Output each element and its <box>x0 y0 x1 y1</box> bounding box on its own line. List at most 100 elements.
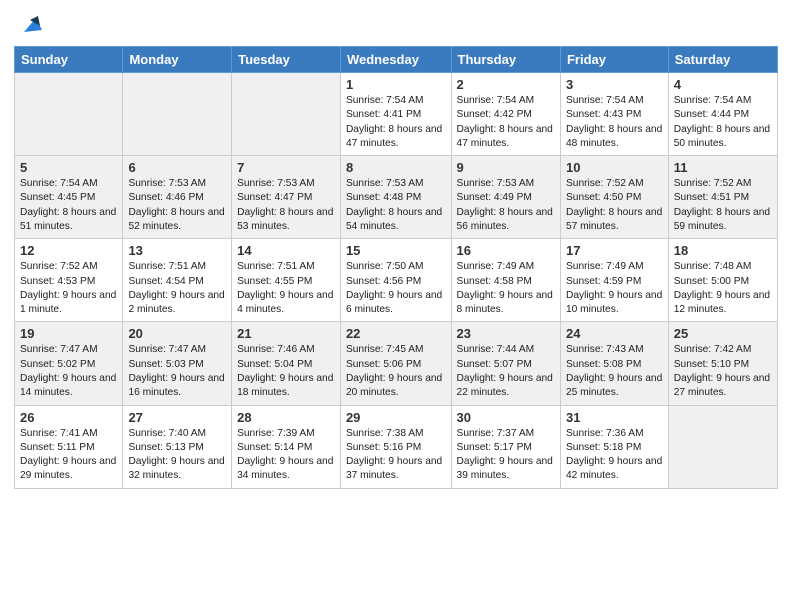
day-info: Sunrise: 7:47 AM Sunset: 5:03 PM Dayligh… <box>128 343 226 400</box>
header <box>14 10 778 38</box>
logo-icon <box>16 10 44 38</box>
day-info: Sunrise: 7:51 AM Sunset: 4:55 PM Dayligh… <box>237 260 335 317</box>
day-info: Sunrise: 7:42 AM Sunset: 5:10 PM Dayligh… <box>674 343 772 400</box>
day-number: 14 <box>237 243 335 258</box>
calendar-cell <box>232 73 341 156</box>
day-number: 27 <box>128 410 226 425</box>
day-number: 26 <box>20 410 117 425</box>
day-number: 19 <box>20 326 117 341</box>
calendar-cell: 3 Sunrise: 7:54 AM Sunset: 4:43 PM Daylig… <box>560 73 668 156</box>
day-number: 5 <box>20 160 117 175</box>
day-number: 31 <box>566 410 663 425</box>
day-number: 13 <box>128 243 226 258</box>
col-header-thursday: Thursday <box>451 47 560 73</box>
day-number: 23 <box>457 326 555 341</box>
day-info: Sunrise: 7:49 AM Sunset: 4:58 PM Dayligh… <box>457 260 555 317</box>
day-number: 29 <box>346 410 446 425</box>
day-info: Sunrise: 7:52 AM Sunset: 4:50 PM Dayligh… <box>566 177 663 234</box>
col-header-friday: Friday <box>560 47 668 73</box>
calendar-cell: 15 Sunrise: 7:50 AM Sunset: 4:56 PM Dayli… <box>340 239 451 322</box>
calendar-table: SundayMondayTuesdayWednesdayThursdayFrid… <box>14 46 778 489</box>
calendar-cell: 21Sunrise: 7:46 AM Sunset: 5:04 PM Dayli… <box>232 322 341 405</box>
day-info: Sunrise: 7:51 AM Sunset: 4:54 PM Dayligh… <box>128 260 226 317</box>
calendar-week-4: 19 Sunrise: 7:47 AM Sunset: 5:02 PM Dayli… <box>15 322 778 405</box>
calendar-cell: 8 Sunrise: 7:53 AM Sunset: 4:48 PM Daylig… <box>340 156 451 239</box>
page: SundayMondayTuesdayWednesdayThursdayFrid… <box>0 0 792 503</box>
day-info: Sunrise: 7:49 AM Sunset: 4:59 PM Dayligh… <box>566 260 663 317</box>
calendar-cell: 1 Sunrise: 7:54 AM Sunset: 4:41 PM Daylig… <box>340 73 451 156</box>
day-info: Sunrise: 7:54 AM Sunset: 4:45 PM Dayligh… <box>20 177 117 234</box>
col-header-monday: Monday <box>123 47 232 73</box>
day-info: Sunrise: 7:46 AM Sunset: 5:04 PM Dayligh… <box>237 343 335 400</box>
col-header-sunday: Sunday <box>15 47 123 73</box>
calendar-cell <box>668 405 777 488</box>
day-number: 4 <box>674 77 772 92</box>
calendar-cell: 31 Sunrise: 7:36 AM Sunset: 5:18 PM Dayli… <box>560 405 668 488</box>
day-number: 7 <box>237 160 335 175</box>
day-number: 10 <box>566 160 663 175</box>
day-info: Sunrise: 7:53 AM Sunset: 4:46 PM Dayligh… <box>128 177 226 234</box>
day-info: Sunrise: 7:53 AM Sunset: 4:49 PM Dayligh… <box>457 177 555 234</box>
day-info: Sunrise: 7:53 AM Sunset: 4:47 PM Dayligh… <box>237 177 335 234</box>
calendar-cell: 9 Sunrise: 7:53 AM Sunset: 4:49 PM Daylig… <box>451 156 560 239</box>
col-header-tuesday: Tuesday <box>232 47 341 73</box>
calendar-cell: 20Sunrise: 7:47 AM Sunset: 5:03 PM Dayli… <box>123 322 232 405</box>
calendar-cell: 10 Sunrise: 7:52 AM Sunset: 4:50 PM Dayli… <box>560 156 668 239</box>
day-info: Sunrise: 7:36 AM Sunset: 5:18 PM Dayligh… <box>566 427 663 484</box>
day-number: 11 <box>674 160 772 175</box>
day-number: 15 <box>346 243 446 258</box>
calendar-cell: 24 Sunrise: 7:43 AM Sunset: 5:08 PM Dayli… <box>560 322 668 405</box>
day-number: 16 <box>457 243 555 258</box>
day-info: Sunrise: 7:47 AM Sunset: 5:02 PM Dayligh… <box>20 343 117 400</box>
calendar-cell: 19 Sunrise: 7:47 AM Sunset: 5:02 PM Dayli… <box>15 322 123 405</box>
day-info: Sunrise: 7:50 AM Sunset: 4:56 PM Dayligh… <box>346 260 446 317</box>
calendar-week-2: 5 Sunrise: 7:54 AM Sunset: 4:45 PM Daylig… <box>15 156 778 239</box>
day-info: Sunrise: 7:54 AM Sunset: 4:44 PM Dayligh… <box>674 94 772 151</box>
calendar-cell: 17 Sunrise: 7:49 AM Sunset: 4:59 PM Dayli… <box>560 239 668 322</box>
day-info: Sunrise: 7:39 AM Sunset: 5:14 PM Dayligh… <box>237 427 335 484</box>
day-number: 22 <box>346 326 446 341</box>
day-number: 3 <box>566 77 663 92</box>
calendar-cell: 29 Sunrise: 7:38 AM Sunset: 5:16 PM Dayli… <box>340 405 451 488</box>
day-info: Sunrise: 7:43 AM Sunset: 5:08 PM Dayligh… <box>566 343 663 400</box>
day-number: 9 <box>457 160 555 175</box>
day-info: Sunrise: 7:45 AM Sunset: 5:06 PM Dayligh… <box>346 343 446 400</box>
calendar-cell <box>123 73 232 156</box>
calendar-cell: 11 Sunrise: 7:52 AM Sunset: 4:51 PM Dayli… <box>668 156 777 239</box>
day-info: Sunrise: 7:54 AM Sunset: 4:41 PM Dayligh… <box>346 94 446 151</box>
calendar-cell: 13 Sunrise: 7:51 AM Sunset: 4:54 PM Dayli… <box>123 239 232 322</box>
calendar-cell: 4 Sunrise: 7:54 AM Sunset: 4:44 PM Daylig… <box>668 73 777 156</box>
day-info: Sunrise: 7:52 AM Sunset: 4:53 PM Dayligh… <box>20 260 117 317</box>
calendar-cell: 26 Sunrise: 7:41 AM Sunset: 5:11 PM Dayli… <box>15 405 123 488</box>
day-number: 18 <box>674 243 772 258</box>
calendar-cell <box>15 73 123 156</box>
day-number: 8 <box>346 160 446 175</box>
day-info: Sunrise: 7:53 AM Sunset: 4:48 PM Dayligh… <box>346 177 446 234</box>
calendar-cell: 7 Sunrise: 7:53 AM Sunset: 4:47 PM Daylig… <box>232 156 341 239</box>
col-header-saturday: Saturday <box>668 47 777 73</box>
calendar-cell: 14 Sunrise: 7:51 AM Sunset: 4:55 PM Dayli… <box>232 239 341 322</box>
calendar-cell: 27 Sunrise: 7:40 AM Sunset: 5:13 PM Dayli… <box>123 405 232 488</box>
day-info: Sunrise: 7:40 AM Sunset: 5:13 PM Dayligh… <box>128 427 226 484</box>
day-info: Sunrise: 7:54 AM Sunset: 4:43 PM Dayligh… <box>566 94 663 151</box>
calendar-cell: 28 Sunrise: 7:39 AM Sunset: 5:14 PM Dayli… <box>232 405 341 488</box>
day-number: 1 <box>346 77 446 92</box>
day-number: 2 <box>457 77 555 92</box>
day-number: 12 <box>20 243 117 258</box>
day-info: Sunrise: 7:52 AM Sunset: 4:51 PM Dayligh… <box>674 177 772 234</box>
calendar-cell: 5 Sunrise: 7:54 AM Sunset: 4:45 PM Daylig… <box>15 156 123 239</box>
calendar-week-5: 26 Sunrise: 7:41 AM Sunset: 5:11 PM Dayli… <box>15 405 778 488</box>
calendar-cell: 18 Sunrise: 7:48 AM Sunset: 5:00 PM Dayli… <box>668 239 777 322</box>
calendar-week-3: 12 Sunrise: 7:52 AM Sunset: 4:53 PM Dayli… <box>15 239 778 322</box>
day-number: 24 <box>566 326 663 341</box>
day-info: Sunrise: 7:48 AM Sunset: 5:00 PM Dayligh… <box>674 260 772 317</box>
day-info: Sunrise: 7:41 AM Sunset: 5:11 PM Dayligh… <box>20 427 117 484</box>
calendar-cell: 12 Sunrise: 7:52 AM Sunset: 4:53 PM Dayli… <box>15 239 123 322</box>
calendar-cell: 6 Sunrise: 7:53 AM Sunset: 4:46 PM Daylig… <box>123 156 232 239</box>
day-number: 6 <box>128 160 226 175</box>
logo-area <box>14 10 44 38</box>
day-number: 17 <box>566 243 663 258</box>
calendar-header-row: SundayMondayTuesdayWednesdayThursdayFrid… <box>15 47 778 73</box>
day-info: Sunrise: 7:38 AM Sunset: 5:16 PM Dayligh… <box>346 427 446 484</box>
day-number: 28 <box>237 410 335 425</box>
